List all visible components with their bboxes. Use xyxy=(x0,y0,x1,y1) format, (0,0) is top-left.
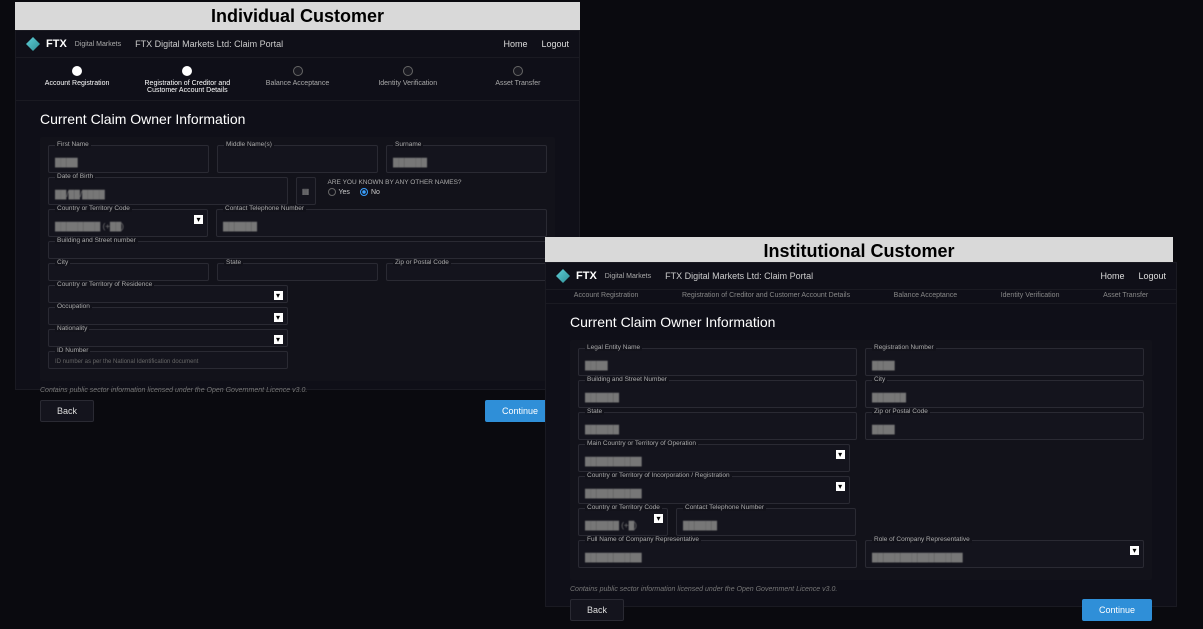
progress-steps: Account Registration Registration of Cre… xyxy=(16,58,579,101)
state-field[interactable]: State xyxy=(217,263,378,281)
city-field[interactable]: City xyxy=(48,263,209,281)
step-asset: Asset Transfer xyxy=(463,66,573,94)
first-name-field[interactable]: First Name████ xyxy=(48,145,209,173)
nav-logout[interactable]: Logout xyxy=(541,39,569,49)
section-title: Current Claim Owner Information xyxy=(16,101,579,133)
topbar: FTX Digital Markets FTX Digital Markets … xyxy=(16,31,579,58)
incorporation-country-field[interactable]: Country or Territory of Incorporation / … xyxy=(578,476,850,504)
section-title-inst: Current Claim Owner Information xyxy=(546,304,1176,336)
id-number-field[interactable]: ID NumberID number as per the National I… xyxy=(48,351,288,369)
licence-text-inst: Contains public sector information licen… xyxy=(546,584,1176,595)
ftx-logo-icon xyxy=(26,37,40,51)
step-balance: Balance Acceptance xyxy=(242,66,352,94)
portal-title: FTX Digital Markets Ltd: Claim Portal xyxy=(135,39,283,49)
topbar-inst: FTX Digital Markets FTX Digital Markets … xyxy=(546,263,1176,290)
progress-steps-inst: Account Registration Registration of Cre… xyxy=(546,290,1176,304)
occupation-field[interactable]: Occupation xyxy=(48,307,288,325)
rep-role-field[interactable]: Role of Company Representative██████████… xyxy=(865,540,1144,568)
banner-individual: Individual Customer xyxy=(15,2,580,31)
alias-radio-group: ARE YOU KNOWN BY ANY OTHER NAMES? Yes No xyxy=(324,177,547,205)
inst-country-code-field[interactable]: Country or Territory Code██████ (+█) xyxy=(578,508,668,536)
nav-home-inst[interactable]: Home xyxy=(1100,271,1124,281)
street-field[interactable]: Building and Street number xyxy=(48,241,547,259)
alias-no[interactable]: No xyxy=(360,188,380,196)
rep-name-field[interactable]: Full Name of Company Representative█████… xyxy=(578,540,857,568)
inst-city-field[interactable]: City██████ xyxy=(865,380,1144,408)
nav-logout-inst[interactable]: Logout xyxy=(1138,271,1166,281)
back-button[interactable]: Back xyxy=(40,400,94,422)
form-institutional: Legal Entity Name████ Registration Numbe… xyxy=(570,340,1152,580)
brand-name: FTX xyxy=(46,38,67,50)
brand-inst: FTX Digital Markets FTX Digital Markets … xyxy=(556,269,813,283)
step-account-registration: Account Registration xyxy=(22,66,132,94)
back-button-inst[interactable]: Back xyxy=(570,599,624,621)
alias-yes[interactable]: Yes xyxy=(328,188,350,196)
zip-field[interactable]: Zip or Postal Code xyxy=(386,263,547,281)
inst-phone-field[interactable]: Contact Telephone Number██████ xyxy=(676,508,856,536)
phone-field[interactable]: Contact Telephone Number██████ xyxy=(216,209,547,237)
brand-name-inst: FTX xyxy=(576,270,597,282)
reg-number-field[interactable]: Registration Number████ xyxy=(865,348,1144,376)
nav-home[interactable]: Home xyxy=(503,39,527,49)
licence-text: Contains public sector information licen… xyxy=(16,385,579,396)
surname-field[interactable]: Surname██████ xyxy=(386,145,547,173)
country-code-field[interactable]: Country or Territory Code████████ (+██) xyxy=(48,209,208,237)
dob-field[interactable]: Date of Birth██/██/████ xyxy=(48,177,288,205)
panel-institutional: FTX Digital Markets FTX Digital Markets … xyxy=(545,262,1177,607)
calendar-icon[interactable]: ▦ xyxy=(296,177,316,205)
portal-title-inst: FTX Digital Markets Ltd: Claim Portal xyxy=(665,271,813,281)
inst-state-field[interactable]: State██████ xyxy=(578,412,857,440)
brand-sub: Digital Markets xyxy=(75,41,121,48)
inst-street-field[interactable]: Building and Street Number██████ xyxy=(578,380,857,408)
step-creditor-details: Registration of Creditor and Customer Ac… xyxy=(132,66,242,94)
operation-country-field[interactable]: Main Country or Territory of Operation██… xyxy=(578,444,850,472)
step-identity: Identity Verification xyxy=(353,66,463,94)
inst-zip-field[interactable]: Zip or Postal Code████ xyxy=(865,412,1144,440)
residence-field[interactable]: Country or Territory of Residence xyxy=(48,285,288,303)
panel-individual: FTX Digital Markets FTX Digital Markets … xyxy=(15,30,580,390)
ftx-logo-icon xyxy=(556,269,570,283)
brand: FTX Digital Markets FTX Digital Markets … xyxy=(26,37,283,51)
legal-entity-field[interactable]: Legal Entity Name████ xyxy=(578,348,857,376)
continue-button-inst[interactable]: Continue xyxy=(1082,599,1152,621)
form-individual: First Name████ Middle Name(s) Surname███… xyxy=(40,137,555,381)
middle-name-field[interactable]: Middle Name(s) xyxy=(217,145,378,173)
brand-sub-inst: Digital Markets xyxy=(605,273,651,280)
nationality-field[interactable]: Nationality xyxy=(48,329,288,347)
